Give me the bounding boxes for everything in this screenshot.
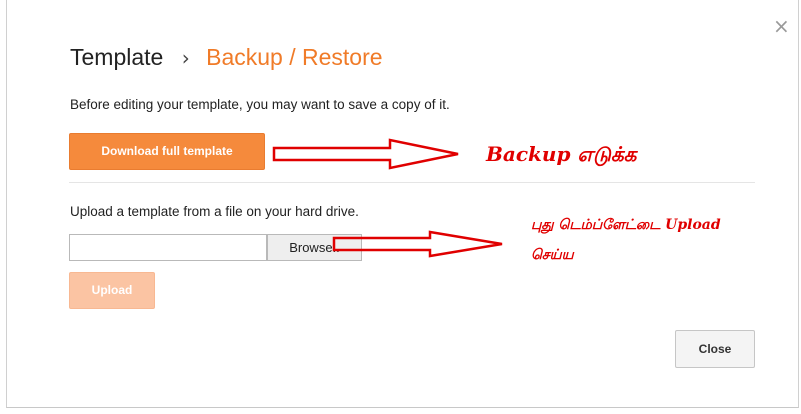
backup-description: Before editing your template, you may wa… [70, 97, 450, 112]
close-button[interactable]: Close [675, 330, 755, 368]
chevron-right-icon: › [181, 46, 190, 70]
upload-annotation-line2: செய்ய [531, 247, 574, 263]
upload-button: Upload [69, 272, 155, 309]
file-input[interactable] [69, 234, 267, 261]
upload-annotation-line1: புது டெம்ப்ளேட்டை Upload [531, 217, 721, 233]
breadcrumb-template[interactable]: Template [70, 44, 163, 70]
backup-annotation: Backup எடுக்க [486, 142, 637, 166]
red-arrow-icon [272, 138, 459, 170]
divider [69, 182, 755, 183]
backup-restore-dialog: × Template › Backup / Restore Before edi… [6, 0, 799, 408]
upload-description: Upload a template from a file on your ha… [70, 204, 359, 219]
close-icon[interactable]: × [773, 16, 790, 36]
download-full-template-button[interactable]: Download full template [69, 133, 265, 170]
breadcrumb-current: Backup / Restore [206, 44, 383, 70]
page-title: Template › Backup / Restore [70, 42, 383, 73]
red-arrow-icon [332, 230, 503, 258]
